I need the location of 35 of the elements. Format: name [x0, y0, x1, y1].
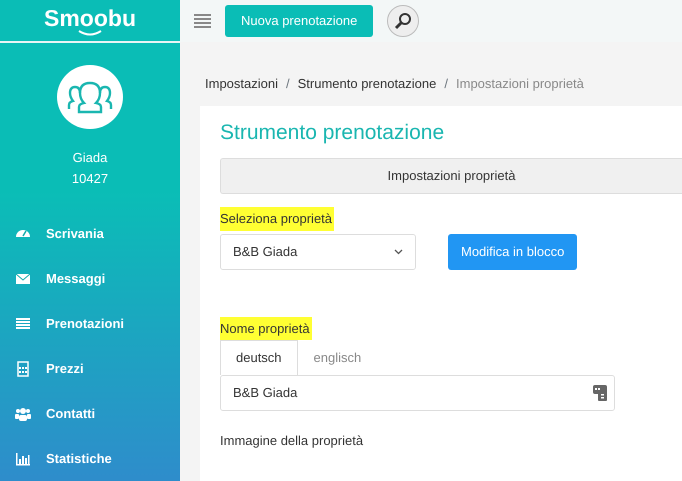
search-icon	[394, 12, 412, 30]
sidebar-item[interactable]: Messaggi	[0, 256, 180, 301]
users-icon	[15, 406, 31, 422]
search-button[interactable]	[387, 5, 420, 37]
new-booking-button[interactable]: Nuova prenotazione	[225, 5, 374, 37]
field-label: Seleziona proprietà	[220, 207, 334, 231]
breadcrumb-item[interactable]: Strumento prenotazione	[298, 74, 436, 106]
sidebar-item[interactable]: Statistiche	[0, 436, 180, 481]
field-label: Nome proprietà	[220, 316, 312, 340]
logo-text: Smoobu	[44, 6, 136, 30]
section-label: Immagine della proprietà	[220, 432, 364, 450]
chevron-icon	[394, 248, 403, 255]
name-field[interactable]: B&B Giada	[220, 374, 615, 411]
breadcrumb-item: Impostazioni proprietà	[456, 75, 584, 93]
sidebar-item[interactable]: Prezzi	[0, 346, 180, 391]
sidebar-item[interactable]: Prenotazioni	[0, 301, 180, 346]
translate-icon	[593, 384, 607, 401]
user-id: 10427	[70, 170, 110, 188]
menu-icon[interactable]	[194, 14, 211, 28]
breadcrumb-separator: /	[286, 75, 290, 93]
language-tab[interactable]: englisch	[298, 340, 378, 375]
section-bar[interactable]: Impostazioni proprietà	[220, 158, 682, 194]
bar-chart-icon	[15, 450, 31, 466]
breadcrumb-item[interactable]: Impostazioni	[205, 74, 278, 106]
user-name: Giada	[72, 149, 108, 167]
calculator-icon	[15, 360, 31, 376]
list-icon	[15, 316, 31, 332]
page-title: Strumento prenotazione	[220, 120, 446, 146]
sidebar-item[interactable]: Scrivania	[0, 211, 180, 256]
bulk-edit-button[interactable]: Modifica in blocco	[448, 234, 578, 270]
breadcrumb-separator: /	[444, 75, 448, 93]
property-select[interactable]: B&B Giada	[220, 234, 416, 270]
sidebar-item[interactable]: Contatti	[0, 391, 180, 436]
smile-icon	[77, 30, 103, 36]
envelope-icon	[15, 270, 31, 286]
